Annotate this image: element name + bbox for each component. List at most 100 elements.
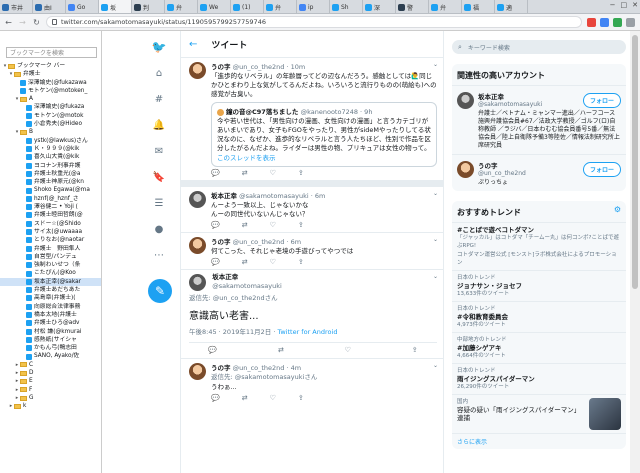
- bookmark-search-input[interactable]: ブックマークを検索: [6, 47, 97, 58]
- menu-icon[interactable]: [626, 17, 635, 27]
- retweet-icon[interactable]: ⇄: [242, 394, 248, 402]
- tweet-time[interactable]: 10m: [291, 63, 306, 71]
- like-icon[interactable]: ♡: [345, 346, 351, 354]
- back-icon[interactable]: ←: [4, 18, 13, 27]
- bookmark-folder[interactable]: ▸ k: [0, 402, 101, 410]
- bookmark-item[interactable]: Shoko Egawa(@ma: [0, 186, 101, 194]
- avatar[interactable]: [189, 237, 206, 254]
- tweet-author-name[interactable]: うの字: [211, 238, 231, 246]
- bookmarks-icon[interactable]: 🔖: [153, 171, 165, 183]
- gear-icon[interactable]: ⚙: [614, 205, 621, 214]
- reply-icon[interactable]: 💬: [211, 258, 220, 266]
- bookmark-item[interactable]: Ｋ・９９９(@kik: [0, 145, 101, 153]
- like-icon[interactable]: ♡: [270, 169, 276, 177]
- tweet-author-name[interactable]: うの字: [211, 364, 231, 372]
- bookmark-folder[interactable]: ▸ F: [0, 386, 101, 394]
- tweet-author-handle[interactable]: @sakamotomasayuki: [212, 282, 282, 291]
- bookmark-item[interactable]: 坂本正幸(@sakar: [0, 277, 101, 287]
- scrollbar-thumb[interactable]: [632, 35, 638, 289]
- bookmark-item[interactable]: 弁護士睦田哲朗(@: [0, 211, 101, 219]
- reply-icon[interactable]: 💬: [208, 346, 217, 354]
- bookmark-item[interactable]: 自営型/パンデュ: [0, 253, 101, 261]
- minimize-icon[interactable]: −: [610, 1, 616, 9]
- show-thread-link[interactable]: このスレッドを表示: [217, 154, 431, 163]
- trend-item[interactable]: #ことばで遊べコトダマン 「ジャッカル」はコトダマ「チームー丸」は何コンボ?ことば…: [452, 223, 626, 271]
- reply-icon[interactable]: 💬: [211, 394, 220, 402]
- tab[interactable]: 弁: [264, 0, 297, 13]
- chevron-down-icon[interactable]: ⌄: [433, 61, 438, 68]
- tab[interactable]: 深: [363, 0, 396, 13]
- chevron-down-icon[interactable]: ⌄: [433, 273, 438, 280]
- bookmark-item[interactable]: 高島章(弁護士)(: [0, 294, 101, 302]
- trend-item[interactable]: 日本のトレンド ジョナサン・ジョセフ 13,633件のツイート: [452, 271, 626, 302]
- close-icon[interactable]: ✕: [632, 1, 638, 9]
- tweet-author-name[interactable]: 坂本正幸: [212, 273, 282, 282]
- bookmark-item[interactable]: 弁護士 野田隼人: [0, 245, 101, 253]
- tab[interactable]: 弁: [429, 0, 462, 13]
- tab[interactable]: 由I: [33, 0, 66, 13]
- reply-to[interactable]: 返信先: @un_co_the2ndさん: [189, 294, 437, 303]
- tweet[interactable]: ⌄ うの字 @un_co_the2nd · 10m 「進歩的なリベラル」の年齢層…: [181, 58, 443, 181]
- tweet[interactable]: ⌄ うの字 @un_co_the2nd · 6m 何てこった、それじゃ老境の手遊…: [181, 233, 443, 270]
- bird-logo-icon[interactable]: 🐦: [152, 40, 167, 54]
- like-icon[interactable]: ♡: [270, 258, 276, 266]
- tab[interactable]: (1): [231, 0, 264, 13]
- retweet-icon[interactable]: ⇄: [278, 346, 284, 354]
- chevron-down-icon[interactable]: ⌄: [433, 362, 438, 369]
- more-icon[interactable]: ⋯: [153, 249, 165, 261]
- bookmark-item[interactable]: 感熱紙(サイシャ: [0, 336, 101, 344]
- chevron-down-icon[interactable]: ⌄: [433, 236, 438, 243]
- show-more-link[interactable]: さらに表示: [452, 434, 626, 449]
- trend-item[interactable]: 日本のトレンド #令和教育委員会 4,973件のツイート: [452, 302, 626, 333]
- bookmark-folder[interactable]: ▸ G: [0, 394, 101, 402]
- account-card[interactable]: 坂本正幸 @sakamotomasayuki フォロー 弁護士／ベトナム・ミャン…: [452, 86, 626, 155]
- avatar[interactable]: [189, 273, 206, 291]
- explore-icon[interactable]: #: [153, 93, 165, 105]
- tab[interactable]: 適: [495, 0, 528, 13]
- like-icon[interactable]: ♡: [270, 394, 276, 402]
- tab[interactable]: Sh: [330, 0, 363, 13]
- tweet-author-name[interactable]: うの字: [211, 63, 231, 71]
- bookmark-item[interactable]: 澤谷健二 • Yoji (: [0, 203, 101, 211]
- bookmark-item[interactable]: 深澤諭史(@fukaza: [0, 103, 101, 111]
- bookmark-item[interactable]: 小倉秀夫(@Hideo: [0, 120, 101, 128]
- bookmark-folder[interactable]: ▸ C: [0, 361, 101, 369]
- chevron-down-icon[interactable]: ⌄: [433, 190, 438, 197]
- account-card[interactable]: うの字 @un_co_the2nd フォロー ぷりっちょ: [452, 155, 626, 191]
- reply-icon[interactable]: 💬: [211, 169, 220, 177]
- bookmark-item[interactable]: ystk(@lawkus)さん: [0, 137, 101, 145]
- lists-icon[interactable]: ☰: [153, 197, 165, 209]
- bookmark-item[interactable]: 深澤諭史(@fukazawa: [0, 79, 101, 87]
- url-input[interactable]: twitter.com/sakamotomasayuki/status/1190…: [46, 16, 582, 28]
- bookmark-item[interactable]: SANO, Ayako/佐: [0, 352, 101, 360]
- reply-to[interactable]: 返信先: @sakamotomasayukiさん: [211, 373, 437, 382]
- tab[interactable]: 警: [396, 0, 429, 13]
- bookmark-item[interactable]: ヨコナン刑事弁護: [0, 162, 101, 170]
- compose-tweet-button[interactable]: ✎: [148, 279, 172, 303]
- bookmark-folder[interactable]: ▾ A: [0, 95, 101, 103]
- tweet-author-handle[interactable]: @un_co_the2nd: [233, 364, 285, 372]
- share-icon[interactable]: ⇪: [298, 258, 304, 266]
- bookmark-item[interactable]: 弁護士秋重光(@a: [0, 170, 101, 178]
- bookmark-folder[interactable]: ▾ ブックマーク バー: [0, 62, 101, 70]
- bookmark-folder[interactable]: ▸ E: [0, 377, 101, 385]
- retweet-icon[interactable]: ⇄: [242, 169, 248, 177]
- tab[interactable]: 弁: [165, 0, 198, 13]
- tweet-author-handle[interactable]: @sakamotomasayuki: [239, 192, 309, 200]
- bookmark-folder[interactable]: ▾ B: [0, 128, 101, 136]
- tweet-author-name[interactable]: 坂本正幸: [211, 192, 237, 200]
- share-icon[interactable]: ⇪: [298, 221, 304, 229]
- bookmark-item[interactable]: モトケン(@motok: [0, 112, 101, 120]
- avatar[interactable]: [457, 161, 474, 178]
- back-arrow-icon[interactable]: ←: [189, 39, 197, 50]
- avatar[interactable]: [189, 191, 206, 208]
- bookmark-item[interactable]: 向原総合法律事務: [0, 303, 101, 311]
- tab[interactable]: ip: [297, 0, 330, 13]
- tweet-author-handle[interactable]: @un_co_the2nd: [233, 63, 285, 71]
- trend-item[interactable]: 中部地方のトレンド #加藤シゲアキ 4,664件のツイート: [452, 333, 626, 364]
- retweet-icon[interactable]: ⇄: [242, 258, 248, 266]
- bookmark-item[interactable]: こたぴん(@Koo: [0, 269, 101, 277]
- tweet-author-handle[interactable]: @un_co_the2nd: [233, 238, 285, 246]
- trend-item[interactable]: 日本のトレンド 雨イジングスパイダーマン 26,290件のツイート: [452, 364, 626, 395]
- reload-icon[interactable]: ↻: [32, 18, 41, 27]
